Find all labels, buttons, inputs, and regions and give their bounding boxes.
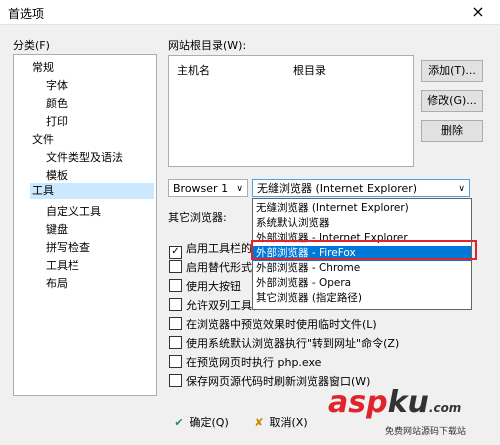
watermark-logo: aspku.com: [328, 385, 462, 420]
checkbox-box[interactable]: [169, 298, 182, 311]
category-label: 分类(F): [13, 39, 50, 52]
tree-item-layout[interactable]: 布局: [46, 275, 68, 291]
checkbox-enable-toolbar[interactable]: ✓ 启用工具栏的标: [169, 240, 263, 259]
tree-item-spell-check[interactable]: 拼写检查: [46, 239, 90, 255]
chevron-down-icon: ∨: [236, 184, 243, 194]
browser-type-select[interactable]: 无缝浏览器 (Internet Explorer) ∨: [252, 179, 470, 197]
highlight-annotation: [251, 240, 477, 260]
checkbox-default-browser[interactable]: 使用系统默认浏览器执行"转到网址"命令(Z): [169, 335, 399, 351]
other-browser-label: 其它浏览器:: [168, 211, 227, 224]
tree-item-template[interactable]: 模板: [46, 167, 68, 183]
checkbox-alt-form[interactable]: 启用替代形式的: [169, 259, 263, 275]
tree-item-toolbar[interactable]: 工具栏: [46, 257, 79, 273]
website-root-list[interactable]: 主机名 根目录: [168, 55, 414, 167]
checkbox-box[interactable]: ✓: [169, 246, 182, 259]
title-bar: 首选项 ×: [0, 0, 500, 25]
close-icon[interactable]: ×: [464, 2, 492, 22]
watermark-subtitle: 免费网站源码下载站: [385, 427, 467, 437]
checkbox-temp-file[interactable]: 在浏览器中预览效果时使用临时文件(L): [169, 316, 377, 332]
browser-type-value: 无缝浏览器 (Internet Explorer): [257, 182, 418, 195]
cancel-button[interactable]: ✘ 取消(X): [252, 413, 307, 433]
dropdown-option[interactable]: 外部浏览器 - Opera: [253, 276, 471, 291]
dropdown-option[interactable]: 系统默认浏览器: [253, 216, 471, 231]
window-title: 首选项: [8, 7, 45, 21]
checkbox-box[interactable]: [169, 336, 182, 349]
checkbox-php[interactable]: 在预览网页时执行 php.exe: [169, 354, 321, 370]
tree-item-custom-tools[interactable]: 自定义工具: [46, 203, 101, 219]
category-tree[interactable]: 常规 字体 颜色 打印 文件 文件类型及语法 模板 工具 自定义工具 键盘 拼写…: [13, 54, 157, 396]
tree-item-general[interactable]: 常规: [32, 59, 54, 75]
checkbox-box[interactable]: [169, 260, 182, 273]
cross-icon: ✘: [254, 416, 264, 429]
checkbox-large-buttons[interactable]: 使用大按钮: [169, 278, 241, 294]
column-host: 主机名: [177, 64, 210, 77]
tree-item-tools[interactable]: 工具: [30, 183, 154, 199]
delete-button[interactable]: 删除: [421, 120, 483, 142]
dropdown-option[interactable]: 无缝浏览器 (Internet Explorer): [253, 201, 471, 216]
checkbox-box[interactable]: [169, 279, 182, 292]
dropdown-option[interactable]: 外部浏览器 - Chrome: [253, 261, 471, 276]
website-root-label: 网站根目录(W):: [168, 39, 247, 52]
checkbox-box[interactable]: [169, 355, 182, 368]
browser-select[interactable]: Browser 1 ∨: [168, 179, 248, 197]
ok-button[interactable]: ✔ 确定(Q): [172, 413, 228, 433]
chevron-down-icon: ∨: [458, 184, 465, 194]
checkbox-double-toolbar[interactable]: 允许双列工具栏: [169, 297, 263, 313]
tree-item-color[interactable]: 颜色: [46, 95, 68, 111]
edit-button[interactable]: 修改(G)...: [421, 90, 483, 112]
dropdown-option[interactable]: 其它浏览器 (指定路径): [253, 291, 471, 306]
tree-item-file[interactable]: 文件: [32, 131, 54, 147]
tree-item-keyboard[interactable]: 键盘: [46, 221, 68, 237]
checkbox-box[interactable]: [169, 374, 182, 387]
tree-item-font[interactable]: 字体: [46, 77, 68, 93]
tree-item-file-type[interactable]: 文件类型及语法: [46, 149, 123, 165]
add-button[interactable]: 添加(T)...: [421, 60, 483, 82]
browser-select-value: Browser 1: [173, 182, 229, 195]
checkbox-box[interactable]: [169, 317, 182, 330]
tree-item-print[interactable]: 打印: [46, 113, 68, 129]
check-icon: ✔: [174, 416, 184, 429]
column-root: 根目录: [293, 64, 326, 77]
